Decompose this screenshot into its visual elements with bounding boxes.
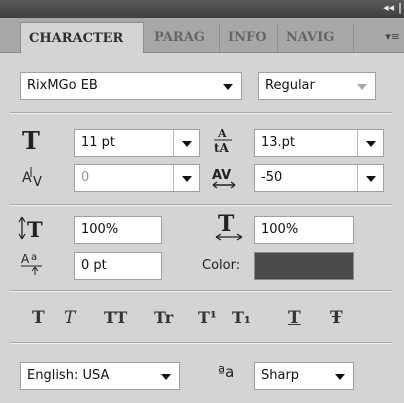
horizontal-scale-value: 100% [261,222,299,237]
divider-highlight [10,291,392,292]
font-family-value: RixMGo EB [27,78,98,93]
character-panel: ◂◂ | CHARACTER PARAG INFO NAVIG ▾≡ RixMG… [0,0,404,403]
tracking-icon: AV [212,168,236,189]
faux-italic-button[interactable]: T [64,308,75,328]
baseline-shift-value: 0 pt [81,258,107,273]
chevron-down-icon[interactable] [357,165,383,191]
faux-bold-button[interactable]: T [32,308,45,328]
all-caps-button[interactable]: TT [104,308,127,327]
chevron-down-icon[interactable] [173,165,199,191]
strikethrough-button[interactable]: Ŧ [330,308,343,328]
antialias-icon: ªa [218,363,235,381]
kerning-field[interactable]: 0 [74,164,200,192]
font-style-dropdown[interactable]: Regular [258,72,376,100]
kerning-value: 0 [81,170,90,185]
panel-titlebar: ◂◂ | [0,0,404,18]
divider-highlight [10,343,392,344]
divider-highlight [10,205,392,206]
chevron-down-icon[interactable] [215,73,241,99]
antialias-dropdown[interactable]: Sharp [254,362,354,390]
chevron-down-icon[interactable] [173,130,199,156]
vertical-scale-field[interactable]: 100% [74,216,162,244]
vertical-scale-icon: T [18,216,43,242]
font-size-field[interactable]: 11 pt [74,129,200,157]
leading-value: 13.pt [261,135,296,150]
svg-text:T: T [27,217,43,242]
svg-text:T: T [218,212,235,237]
panel-tabs: CHARACTER PARAG INFO NAVIG ▾≡ [0,18,404,53]
tab-paragraph[interactable]: PARAG [146,24,220,52]
collapse-panel-button[interactable]: ◂◂ | [383,1,402,14]
font-size-icon: T [22,126,40,155]
small-caps-button[interactable]: Tr [154,308,173,327]
horizontal-scale-field[interactable]: 100% [254,216,354,244]
leading-field[interactable]: 13.pt [254,129,384,157]
svg-text:V: V [33,175,42,190]
antialias-value: Sharp [261,368,300,383]
kerning-icon: A V [22,167,42,190]
font-size-value: 11 pt [81,135,116,150]
svg-text:tA: tA [214,141,230,154]
color-label: Color: [202,258,241,273]
svg-text:A: A [217,127,227,140]
svg-text:a: a [31,252,37,263]
tab-navigator[interactable]: NAVIG [278,24,354,52]
language-value: English: USA [27,368,110,383]
tab-character[interactable]: CHARACTER [20,22,144,53]
chevron-down-icon[interactable] [153,363,179,389]
svg-text:A: A [21,252,30,266]
tab-info[interactable]: INFO [220,24,278,52]
divider-highlight [10,113,392,114]
superscript-button[interactable]: T¹ [198,308,217,327]
chevron-down-icon[interactable] [327,363,353,389]
subscript-button[interactable]: T₁ [232,308,251,327]
language-dropdown[interactable]: English: USA [20,362,180,390]
leading-icon: A tA [214,127,232,154]
baseline-shift-field[interactable]: 0 pt [74,252,162,280]
panel-menu-icon[interactable]: ▾≡ [385,30,400,43]
baseline-shift-icon: A a [21,252,42,275]
font-style-value: Regular [265,78,315,93]
svg-text:AV: AV [212,168,231,183]
vertical-scale-value: 100% [81,222,119,237]
tracking-value: -50 [261,170,283,185]
underline-button[interactable]: T [288,308,301,328]
chevron-down-icon[interactable] [357,130,383,156]
horizontal-scale-icon: T [215,212,243,241]
text-color-swatch[interactable] [254,252,354,280]
chevron-down-icon[interactable] [349,73,375,99]
tracking-field[interactable]: -50 [254,164,384,192]
font-family-dropdown[interactable]: RixMGo EB [20,72,242,100]
